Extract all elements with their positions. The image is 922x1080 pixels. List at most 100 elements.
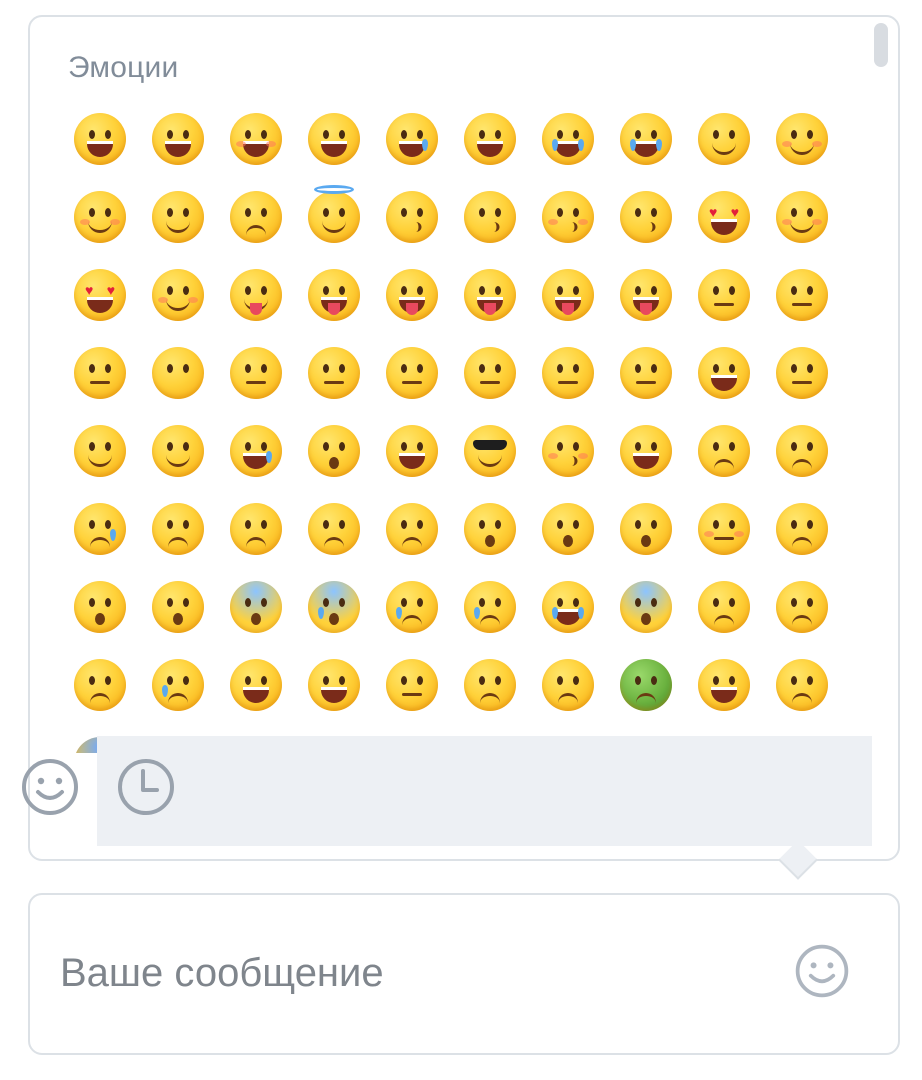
emoji-smiling-hearts[interactable] bbox=[772, 187, 832, 247]
emoji-zipper-mouth[interactable] bbox=[772, 265, 832, 325]
emoji-expressionless[interactable] bbox=[538, 343, 598, 403]
emoji-flushed[interactable] bbox=[694, 499, 754, 559]
clock-icon bbox=[118, 759, 174, 815]
emoji-smile[interactable] bbox=[226, 109, 286, 169]
emoji-shushing[interactable] bbox=[70, 343, 130, 403]
emoji-cowboy[interactable] bbox=[616, 421, 676, 481]
emoji-relieved[interactable] bbox=[148, 421, 208, 481]
emoji-sunglasses[interactable] bbox=[460, 421, 520, 481]
emoji-stuck-out-tongue[interactable] bbox=[460, 265, 520, 325]
emoji-pensive[interactable] bbox=[772, 421, 832, 481]
scrollbar-thumb[interactable] bbox=[874, 23, 888, 67]
emoji-partying[interactable] bbox=[538, 421, 598, 481]
emoji-monocle[interactable] bbox=[382, 343, 442, 403]
emoji-sweat-smile[interactable] bbox=[382, 109, 442, 169]
emoji-innocent[interactable] bbox=[304, 185, 364, 247]
emoji-disappointed[interactable] bbox=[70, 655, 130, 715]
emoji-confounded[interactable] bbox=[694, 577, 754, 637]
emoji-nauseated[interactable] bbox=[616, 655, 676, 715]
emoji-cry[interactable] bbox=[460, 577, 520, 637]
emoji-thermometer-face[interactable] bbox=[460, 655, 520, 715]
emoji-pleading[interactable] bbox=[772, 499, 832, 559]
emoji-no-mouth[interactable] bbox=[148, 343, 208, 403]
emoji-grinning[interactable] bbox=[70, 109, 130, 169]
emoji-rolling-eyes[interactable] bbox=[616, 343, 676, 403]
emoji-vomiting[interactable] bbox=[694, 655, 754, 715]
emoji-kissing-smiling-eyes[interactable] bbox=[460, 187, 520, 247]
emoji-drooling[interactable] bbox=[226, 421, 286, 481]
emoji-disappointed-relieved[interactable] bbox=[382, 577, 442, 637]
cry-icon bbox=[464, 581, 516, 633]
emoji-zany[interactable] bbox=[382, 265, 442, 325]
anguished-icon bbox=[152, 581, 204, 633]
emoji-heart-eyes[interactable]: ♥ ♥ bbox=[694, 187, 754, 247]
emoji-toggle-button[interactable] bbox=[790, 939, 854, 1003]
emoji-kissing-heart[interactable] bbox=[616, 187, 676, 247]
emoji-weary[interactable] bbox=[226, 655, 286, 715]
emoji-lying[interactable] bbox=[772, 343, 832, 403]
emoji-kissing-closed-eyes[interactable] bbox=[538, 187, 598, 247]
emoji-bandage-face[interactable] bbox=[538, 655, 598, 715]
emoji-astonished[interactable] bbox=[616, 499, 676, 559]
emoji-grimacing[interactable] bbox=[694, 343, 754, 403]
emoji-blush[interactable] bbox=[772, 109, 832, 169]
message-field[interactable]: Ваше сообщение bbox=[28, 893, 900, 1055]
emoji-sleeping[interactable] bbox=[304, 421, 364, 481]
drooling-icon bbox=[230, 425, 282, 477]
emoji-sneezing[interactable] bbox=[772, 655, 832, 715]
emoji-kissing[interactable] bbox=[382, 187, 442, 247]
emoji-blush-smile[interactable] bbox=[70, 187, 130, 247]
emoji-cold-sweat[interactable] bbox=[304, 577, 364, 637]
emoji-open-mouth[interactable] bbox=[460, 499, 520, 559]
emoji-rofl[interactable] bbox=[616, 109, 676, 169]
emoji-unamused[interactable] bbox=[694, 421, 754, 481]
emoji-stuck-out-tongue-wink[interactable] bbox=[304, 265, 364, 325]
emoji-slight-smile[interactable] bbox=[148, 187, 208, 247]
emoji-grinning-big[interactable] bbox=[148, 109, 208, 169]
tab-emotions[interactable] bbox=[14, 751, 86, 823]
emoji-neutral[interactable] bbox=[460, 343, 520, 403]
smile-icon bbox=[230, 113, 282, 165]
emoji-frowning-open[interactable] bbox=[70, 577, 130, 637]
emoji-raised-eyebrow[interactable] bbox=[304, 343, 364, 403]
emoji-grin[interactable] bbox=[304, 109, 364, 169]
emoji-scream[interactable] bbox=[616, 577, 676, 637]
rofl-icon bbox=[620, 113, 672, 165]
emoji-frowning[interactable] bbox=[382, 499, 442, 559]
emoji-picker: Эмоции ♥ ♥ ♥ ♥ bbox=[28, 15, 900, 861]
emoji-nerd[interactable] bbox=[382, 421, 442, 481]
emoji-tired[interactable] bbox=[304, 655, 364, 715]
emoji-hugging[interactable] bbox=[148, 265, 208, 325]
emoji-thinking[interactable] bbox=[226, 343, 286, 403]
emoji-worried[interactable] bbox=[226, 499, 286, 559]
partying-icon bbox=[542, 425, 594, 477]
emoji-confused[interactable] bbox=[148, 499, 208, 559]
emoji-yum[interactable] bbox=[226, 265, 286, 325]
emoji-hand-over-mouth[interactable] bbox=[694, 265, 754, 325]
hushed-icon bbox=[542, 503, 594, 555]
emoji-star-struck[interactable]: ♥ ♥ bbox=[70, 265, 130, 325]
emoji-sleepy[interactable] bbox=[70, 499, 130, 559]
tab-recent[interactable] bbox=[110, 751, 182, 823]
emoji-joy[interactable] bbox=[538, 109, 598, 169]
emoji-sweat[interactable] bbox=[148, 655, 208, 715]
emoji-laughing[interactable] bbox=[460, 109, 520, 169]
emoji-slight-frown[interactable] bbox=[304, 499, 364, 559]
emoji-smirk[interactable] bbox=[70, 421, 130, 481]
emoji-upside-down[interactable] bbox=[226, 187, 286, 247]
emoji-stuck-out-tongue-closed-eyes[interactable] bbox=[538, 265, 598, 325]
smiley-icon bbox=[795, 944, 849, 998]
yum-icon bbox=[230, 269, 282, 321]
emoji-fearful[interactable] bbox=[226, 577, 286, 637]
sunglasses-icon bbox=[464, 425, 516, 477]
emoji-sob[interactable] bbox=[538, 577, 598, 637]
emoji-money-mouth[interactable] bbox=[616, 265, 676, 325]
emoji-mask[interactable] bbox=[382, 655, 442, 715]
emoji-persevere[interactable] bbox=[772, 577, 832, 637]
emoji-wink[interactable] bbox=[694, 109, 754, 169]
zany-icon bbox=[386, 269, 438, 321]
confused-icon bbox=[152, 503, 204, 555]
monocle-icon bbox=[386, 347, 438, 399]
emoji-hushed[interactable] bbox=[538, 499, 598, 559]
emoji-anguished[interactable] bbox=[148, 577, 208, 637]
